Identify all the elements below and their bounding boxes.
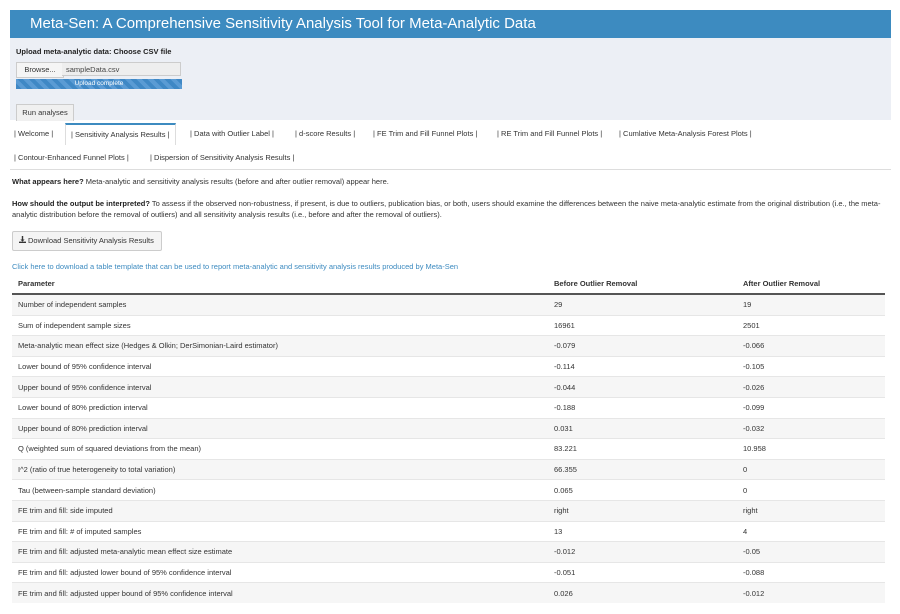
tab-cumulative-forest[interactable]: | Cumlative Meta-Analysis Forest Plots | (619, 123, 752, 145)
cell-parameter: I^2 (ratio of true heterogeneity to tota… (12, 458, 548, 480)
cell-parameter: Upper bound of 80% prediction interval (12, 417, 548, 439)
tab-re-trim-fill[interactable]: | RE Trim and Fill Funnel Plots | (497, 123, 602, 145)
interpretation-question: How should the output be interpreted? (12, 199, 150, 208)
cell-before: -0.012 (548, 541, 737, 563)
upload-label: Upload meta-analytic data: Choose CSV fi… (16, 47, 172, 56)
tab-fe-trim-fill[interactable]: | FE Trim and Fill Funnel Plots | (373, 123, 477, 145)
table-row: Lower bound of 95% confidence interval -0… (12, 355, 885, 377)
cell-after: 10.958 (737, 438, 885, 460)
table-row: Tau (between-sample standard deviation) 0… (12, 479, 885, 501)
cell-before: 29 (548, 293, 737, 316)
interpretation-paragraph: How should the output be interpreted? To… (12, 198, 887, 220)
tab-welcome[interactable]: | Welcome | (14, 123, 53, 145)
table-body: Number of independent samples 29 19 Sum of … (12, 293, 885, 603)
cell-after: 0 (737, 458, 885, 480)
cell-before: -0.079 (548, 335, 737, 357)
table-row: Lower bound of 80% prediction interval -0… (12, 396, 885, 419)
cell-parameter: Number of independent samples (12, 293, 548, 316)
cell-after: right (737, 499, 885, 522)
cell-before: 66.355 (548, 458, 737, 480)
cell-parameter: Sum of independent sample sizes (12, 314, 548, 336)
cell-after: 2501 (737, 314, 885, 336)
table-row: FE trim and fill: # of imputed samples 13… (12, 520, 885, 542)
cell-parameter: FE trim and fill: adjusted upper bound o… (12, 582, 548, 603)
cell-before: -0.188 (548, 396, 737, 419)
cell-after: -0.012 (737, 582, 885, 603)
results-table: Parameter Before Outlier Removal After O… (12, 274, 885, 603)
table-row: FE trim and fill: adjusted upper bound o… (12, 582, 885, 603)
tab-data-outlier-label[interactable]: | Data with Outlier Label | (190, 123, 274, 145)
tab-contour-funnel[interactable]: | Contour-Enhanced Funnel Plots | (14, 147, 129, 169)
cell-parameter: Q (weighted sum of squared deviations fr… (12, 438, 548, 460)
upload-panel: Upload meta-analytic data: Choose CSV fi… (10, 38, 891, 121)
cell-after: -0.105 (737, 355, 885, 377)
table-row: FE trim and fill: adjusted meta-analytic… (12, 541, 885, 563)
download-button-label: Download Sensitivity Analysis Results (28, 236, 154, 245)
cell-before: -0.044 (548, 376, 737, 398)
cell-parameter: Lower bound of 95% confidence interval (12, 355, 548, 377)
table-template-link[interactable]: Click here to download a table template … (12, 262, 458, 271)
tab-sensitivity-results[interactable]: | Sensitivity Analysis Results | (65, 123, 176, 145)
download-results-button[interactable]: Download Sensitivity Analysis Results (12, 231, 162, 251)
app-header: Meta-Sen: A Comprehensive Sensitivity An… (10, 10, 891, 38)
cell-after: 4 (737, 520, 885, 542)
column-header-after[interactable]: After Outlier Removal (737, 274, 885, 295)
cell-before: 0.031 (548, 417, 737, 439)
table-row: FE trim and fill: adjusted lower bound o… (12, 561, 885, 583)
cell-after: -0.066 (737, 335, 885, 357)
table-row: Number of independent samples 29 19 (12, 293, 885, 316)
table-row: Upper bound of 95% confidence interval -0… (12, 376, 885, 398)
table-row: Q (weighted sum of squared deviations fr… (12, 438, 885, 460)
cell-parameter: Tau (between-sample standard deviation) (12, 479, 548, 501)
what-appears-question: What appears here? (12, 177, 84, 186)
file-name-field[interactable]: sampleData.csv (62, 62, 181, 76)
cell-parameter: Lower bound of 80% prediction interval (12, 396, 548, 419)
upload-progress-bar: Upload complete (16, 79, 182, 89)
table-header-row: Parameter Before Outlier Removal After O… (12, 274, 885, 295)
cell-after: -0.05 (737, 541, 885, 563)
cell-before: right (548, 499, 737, 522)
app-title: Meta-Sen: A Comprehensive Sensitivity An… (30, 15, 536, 32)
cell-before: 0.065 (548, 479, 737, 501)
what-appears-answer: Meta-analytic and sensitivity analysis r… (85, 177, 389, 186)
column-header-before[interactable]: Before Outlier Removal (548, 274, 737, 295)
tab-dispersion[interactable]: | Dispersion of Sensitivity Analysis Res… (150, 147, 294, 169)
cell-after: -0.099 (737, 396, 885, 419)
cell-before: -0.051 (548, 561, 737, 583)
cell-before: 16961 (548, 314, 737, 336)
cell-after: 19 (737, 293, 885, 316)
cell-before: -0.114 (548, 355, 737, 377)
what-appears-paragraph: What appears here? Meta-analytic and sen… (12, 176, 887, 187)
download-icon (19, 232, 26, 250)
cell-parameter: FE trim and fill: adjusted meta-analytic… (12, 541, 548, 563)
run-analyses-button[interactable]: Run analyses (16, 104, 74, 121)
cell-before: 13 (548, 520, 737, 542)
tab-d-score-results[interactable]: | d-score Results | (295, 123, 355, 145)
cell-parameter: FE trim and fill: adjusted lower bound o… (12, 561, 548, 583)
cell-after: -0.088 (737, 561, 885, 583)
cell-after: -0.026 (737, 376, 885, 398)
table-row: I^2 (ratio of true heterogeneity to tota… (12, 458, 885, 480)
cell-before: 0.026 (548, 582, 737, 603)
browse-button[interactable]: Browse... (16, 62, 64, 78)
table-row: Meta-analytic mean effect size (Hedges &… (12, 335, 885, 357)
cell-before: 83.221 (548, 438, 737, 460)
cell-parameter: Meta-analytic mean effect size (Hedges &… (12, 335, 548, 357)
cell-parameter: FE trim and fill: # of imputed samples (12, 520, 548, 542)
cell-after: -0.032 (737, 417, 885, 439)
tabs-divider (10, 169, 891, 170)
cell-parameter: FE trim and fill: side imputed (12, 499, 548, 522)
table-row: FE trim and fill: side imputed right right (12, 499, 885, 522)
tab-row-1: | Welcome | | Sensitivity Analysis Resul… (10, 123, 891, 145)
table-row: Upper bound of 80% prediction interval 0.… (12, 417, 885, 439)
column-header-parameter[interactable]: Parameter (12, 274, 548, 295)
cell-parameter: Upper bound of 95% confidence interval (12, 376, 548, 398)
tab-row-2: | Contour-Enhanced Funnel Plots | | Disp… (10, 147, 891, 169)
table-row: Sum of independent sample sizes 16961 2501 (12, 314, 885, 336)
cell-after: 0 (737, 479, 885, 501)
